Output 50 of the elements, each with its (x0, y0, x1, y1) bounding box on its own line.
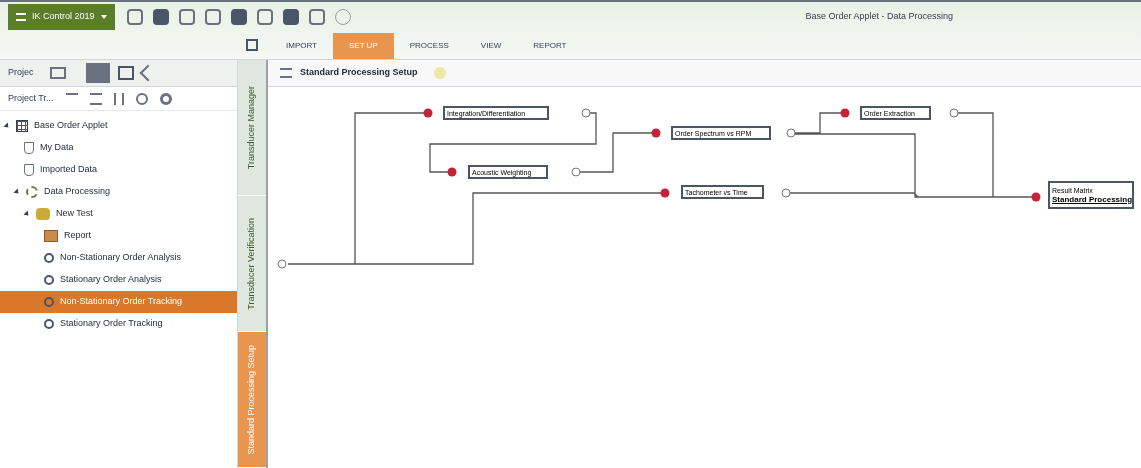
expand-arrow-icon[interactable] (3, 122, 11, 130)
input-port-icon[interactable] (1031, 192, 1041, 202)
ribbon-tab[interactable]: IMPORT (270, 33, 333, 59)
output-port-icon[interactable] (781, 188, 791, 198)
tree-item[interactable]: New Test (0, 203, 237, 225)
menu-icon[interactable] (280, 68, 292, 78)
output-port-icon[interactable] (571, 167, 581, 177)
panel-title: Projec (8, 66, 34, 80)
document-icon (24, 164, 34, 176)
menu-icon (16, 13, 26, 21)
input-port-icon[interactable] (651, 128, 661, 138)
method-icon (44, 253, 54, 263)
method-icon (44, 275, 54, 285)
node-subtitle: Standard Processing (1052, 195, 1130, 204)
tree-item[interactable]: Base Order Applet (0, 115, 237, 137)
ribbon-tab[interactable]: PROCESS (393, 33, 465, 59)
tree-item[interactable]: Stationary Order Tracking (0, 313, 237, 335)
ribbon-tab[interactable]: REPORT (517, 33, 583, 59)
document-icon (24, 142, 34, 154)
output-port-icon[interactable] (786, 128, 796, 138)
ribbon-tab[interactable]: VIEW (464, 33, 518, 59)
table-icon[interactable] (117, 66, 134, 80)
ribbon-toggle-icon[interactable] (246, 39, 258, 51)
method-icon (44, 297, 54, 307)
tree-item[interactable]: Imported Data (0, 159, 237, 181)
input-port-icon[interactable] (447, 167, 457, 177)
search-icon[interactable] (135, 92, 148, 105)
app-menu-button[interactable]: IK Control 2019 (8, 4, 115, 30)
output-port-icon[interactable] (949, 108, 959, 118)
expand-arrow-icon[interactable] (13, 188, 21, 196)
caret-icon (100, 15, 107, 19)
tree-item[interactable]: Stationary Order Analysis (0, 269, 237, 291)
report-icon (44, 230, 58, 242)
output-port-icon[interactable] (581, 108, 591, 118)
input-port-icon[interactable] (423, 108, 433, 118)
tree-item[interactable]: My Data (0, 137, 237, 159)
status-icon (433, 67, 446, 79)
expand-arrow-icon[interactable] (23, 210, 31, 218)
method-icon (44, 319, 54, 329)
tree-item[interactable]: Data Processing (0, 181, 237, 203)
document-title: Standard Processing Setup (300, 66, 418, 80)
tree-item[interactable]: Non-Stationary Order Analysis (0, 247, 237, 269)
highlighted-square-icon[interactable] (85, 63, 110, 83)
output-port-icon[interactable] (277, 259, 287, 269)
tree-title: Project Tr... (8, 91, 54, 105)
window-title: Base Order Applet - Data Processing (805, 10, 954, 24)
input-port-icon[interactable] (660, 188, 670, 198)
input-port-icon[interactable] (840, 108, 850, 118)
tree-item[interactable]: Report (0, 225, 237, 247)
grid-icon (16, 120, 28, 132)
